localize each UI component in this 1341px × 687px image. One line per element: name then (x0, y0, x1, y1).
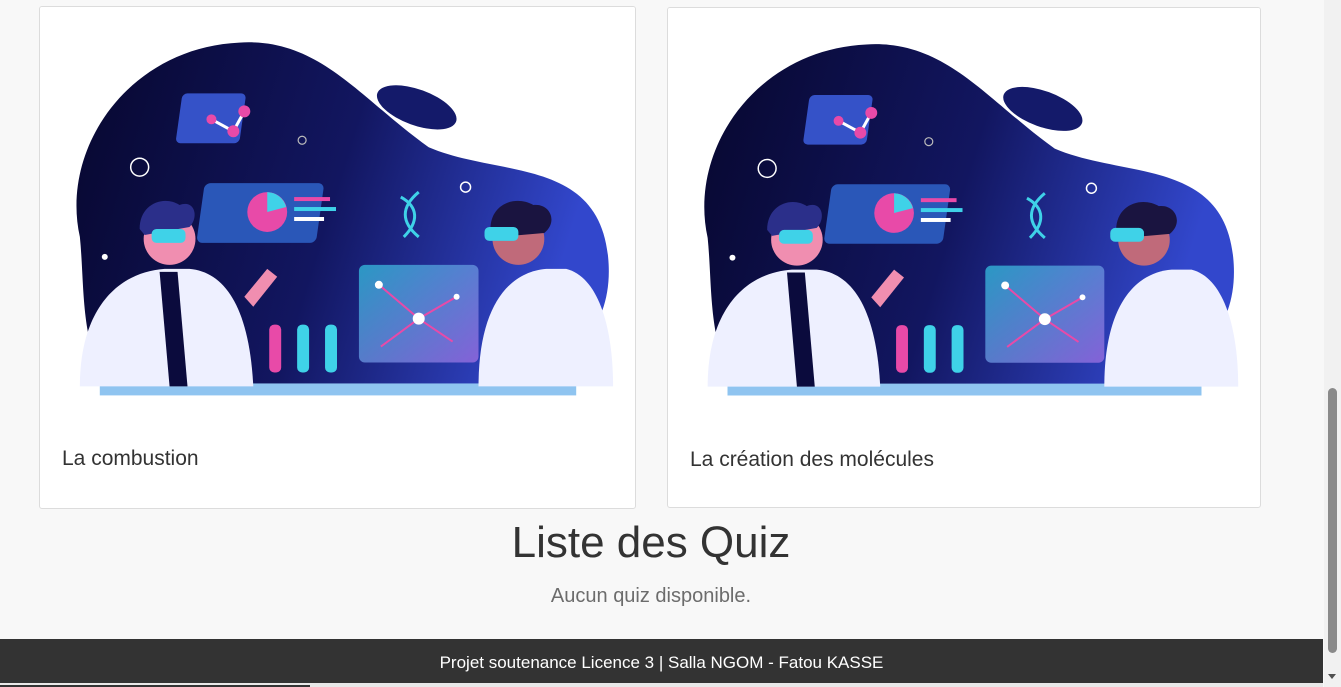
scientists-illustration (668, 8, 1260, 428)
card-title[interactable]: La création des molécules (690, 448, 934, 472)
card-creation-molecules[interactable]: La création des molécules (667, 7, 1261, 508)
quiz-list-title: Liste des Quiz (511, 518, 791, 567)
scrollbar-thumb[interactable] (1328, 388, 1337, 653)
empty-quiz-message: Aucun quiz disponible. (550, 585, 752, 607)
card-combustion[interactable]: La combustion (39, 6, 636, 509)
page-footer: Projet soutenance Licence 3 | Salla NGOM… (0, 639, 1323, 683)
vertical-scrollbar[interactable] (1324, 0, 1341, 687)
scientists-illustration (40, 7, 635, 427)
horizontal-scroll-indicator (0, 683, 1323, 687)
scroll-down-arrow-icon[interactable] (1328, 674, 1336, 679)
footer-text: Projet soutenance Licence 3 | Salla NGOM… (439, 653, 884, 672)
card-title[interactable]: La combustion (62, 447, 199, 471)
